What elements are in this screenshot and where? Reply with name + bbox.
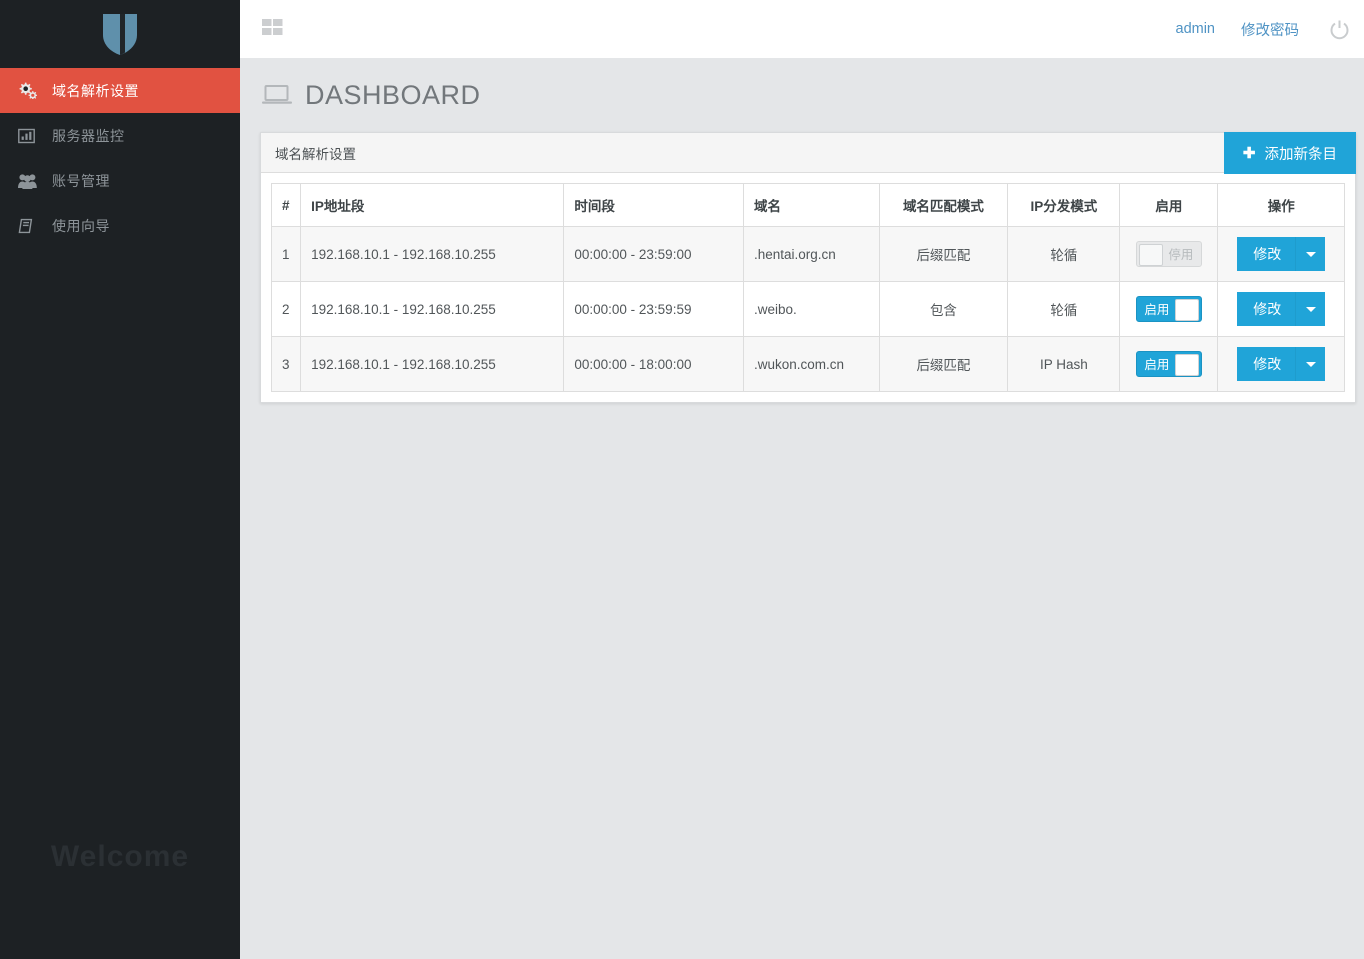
chevron-down-icon bbox=[1305, 361, 1316, 367]
app-root: 域名解析设置 服务器监控 账号管理 使用向导 Welcome admin 修改密… bbox=[0, 0, 1364, 959]
toggle-knob bbox=[1174, 354, 1199, 376]
sidebar-item-label: 服务器监控 bbox=[52, 127, 125, 144]
cell-enabled: 启用 bbox=[1119, 336, 1219, 392]
toggle-label: 停用 bbox=[1168, 248, 1194, 262]
cell-actions: 修改 bbox=[1217, 336, 1345, 392]
sidebar-item-user-guide[interactable]: 使用向导 bbox=[0, 203, 240, 248]
cell-index: 1 bbox=[270, 226, 302, 282]
panel-body: # IP地址段 时间段 域名 域名匹配模式 IP分发模式 启用 操作 1 192… bbox=[261, 173, 1355, 402]
grid-icon[interactable] bbox=[262, 17, 285, 42]
sidebar: 域名解析设置 服务器监控 账号管理 使用向导 Welcome bbox=[0, 0, 240, 959]
cell-domain: .wukon.com.cn bbox=[742, 336, 880, 392]
enable-toggle[interactable]: 停用 bbox=[1135, 241, 1202, 267]
user-link[interactable]: admin bbox=[1176, 21, 1216, 37]
cell-dist-mode: 轮循 bbox=[1007, 226, 1121, 282]
edit-button[interactable]: 修改 bbox=[1237, 347, 1296, 381]
cell-ip-range: 192.168.10.1 - 192.168.10.255 bbox=[300, 281, 565, 337]
header-time-range: 时间段 bbox=[563, 183, 744, 227]
table-body: 1 192.168.10.1 - 192.168.10.255 00:00:00… bbox=[270, 226, 1345, 392]
edit-dropdown-toggle[interactable] bbox=[1295, 347, 1326, 381]
logo[interactable] bbox=[0, 0, 240, 68]
cell-ip-range: 192.168.10.1 - 192.168.10.255 bbox=[300, 336, 565, 392]
table-row: 1 192.168.10.1 - 192.168.10.255 00:00:00… bbox=[270, 226, 1345, 282]
action-button-group: 修改 bbox=[1237, 347, 1326, 381]
sidebar-nav: 域名解析设置 服务器监控 账号管理 使用向导 bbox=[0, 68, 240, 248]
cell-match-mode: 包含 bbox=[878, 281, 1009, 337]
header-index: # bbox=[270, 183, 302, 227]
sidebar-item-label: 域名解析设置 bbox=[52, 82, 139, 99]
power-icon[interactable] bbox=[1329, 19, 1350, 40]
toggle-label: 启用 bbox=[1144, 358, 1170, 372]
header-dist-mode: IP分发模式 bbox=[1007, 183, 1121, 227]
table-row: 2 192.168.10.1 - 192.168.10.255 00:00:00… bbox=[270, 281, 1345, 337]
edit-dropdown-toggle[interactable] bbox=[1295, 237, 1326, 271]
add-entry-label: 添加新条目 bbox=[1264, 146, 1338, 163]
users-icon bbox=[18, 173, 44, 189]
cell-index: 3 bbox=[270, 336, 302, 392]
sidebar-item-account-management[interactable]: 账号管理 bbox=[0, 158, 240, 203]
panel-title: 域名解析设置 bbox=[275, 146, 356, 162]
cell-match-mode: 后缀匹配 bbox=[878, 336, 1009, 392]
cell-domain: .hentai.org.cn bbox=[742, 226, 880, 282]
sidebar-item-server-monitor[interactable]: 服务器监控 bbox=[0, 113, 240, 158]
table-header-row: # IP地址段 时间段 域名 域名匹配模式 IP分发模式 启用 操作 bbox=[270, 183, 1345, 227]
header-domain: 域名 bbox=[742, 183, 880, 227]
main-area: admin 修改密码 DASHBOARD 域名解析设置 ✚ 添加新条目 # IP… bbox=[240, 0, 1364, 959]
header-match-mode: 域名匹配模式 bbox=[878, 183, 1009, 227]
topbar: admin 修改密码 bbox=[240, 0, 1364, 58]
cell-time-range: 00:00:00 - 18:00:00 bbox=[563, 336, 744, 392]
table-head: # IP地址段 时间段 域名 域名匹配模式 IP分发模式 启用 操作 bbox=[270, 183, 1345, 227]
cell-domain: .weibo. bbox=[742, 281, 880, 337]
cell-dist-mode: 轮循 bbox=[1007, 281, 1121, 337]
action-button-group: 修改 bbox=[1237, 237, 1326, 271]
header-ip-range: IP地址段 bbox=[300, 183, 565, 227]
shield-icon bbox=[103, 14, 137, 55]
bar-chart-icon bbox=[18, 128, 44, 144]
toggle-label: 启用 bbox=[1144, 303, 1170, 317]
enable-toggle[interactable]: 启用 bbox=[1135, 296, 1202, 322]
cell-dist-mode: IP Hash bbox=[1007, 336, 1121, 392]
book-icon bbox=[18, 218, 44, 234]
cell-time-range: 00:00:00 - 23:59:00 bbox=[563, 226, 744, 282]
toggle-knob bbox=[1138, 244, 1163, 266]
edit-button[interactable]: 修改 bbox=[1237, 292, 1296, 326]
cell-actions: 修改 bbox=[1217, 281, 1345, 337]
sidebar-item-domain-resolution[interactable]: 域名解析设置 bbox=[0, 68, 240, 113]
chevron-down-icon bbox=[1305, 251, 1316, 257]
page-title: DASHBOARD bbox=[305, 79, 481, 110]
cell-enabled: 停用 bbox=[1119, 226, 1219, 282]
enable-toggle[interactable]: 启用 bbox=[1135, 351, 1202, 377]
cell-enabled: 启用 bbox=[1119, 281, 1219, 337]
cell-time-range: 00:00:00 - 23:59:59 bbox=[563, 281, 744, 337]
sidebar-item-label: 使用向导 bbox=[52, 217, 110, 234]
plus-icon: ✚ bbox=[1242, 145, 1256, 162]
chevron-down-icon bbox=[1305, 306, 1316, 312]
header-actions: 操作 bbox=[1217, 183, 1345, 227]
cell-ip-range: 192.168.10.1 - 192.168.10.255 bbox=[300, 226, 565, 282]
panel-heading: 域名解析设置 ✚ 添加新条目 bbox=[261, 132, 1356, 174]
cell-index: 2 bbox=[270, 281, 302, 337]
page-header: DASHBOARD bbox=[240, 58, 1364, 132]
toggle-knob bbox=[1174, 299, 1199, 321]
domain-rules-table: # IP地址段 时间段 域名 域名匹配模式 IP分发模式 启用 操作 1 192… bbox=[270, 183, 1345, 392]
laptop-icon bbox=[262, 84, 293, 106]
cell-match-mode: 后缀匹配 bbox=[878, 226, 1009, 282]
content-area: 域名解析设置 ✚ 添加新条目 # IP地址段 时间段 域名 域名匹配模式 IP分… bbox=[240, 132, 1364, 403]
edit-button[interactable]: 修改 bbox=[1237, 237, 1296, 271]
sidebar-welcome-text: Welcome bbox=[50, 840, 190, 873]
header-enabled: 启用 bbox=[1119, 183, 1219, 227]
cogs-icon bbox=[18, 82, 44, 99]
change-password-link[interactable]: 修改密码 bbox=[1241, 19, 1299, 40]
domain-settings-panel: 域名解析设置 ✚ 添加新条目 # IP地址段 时间段 域名 域名匹配模式 IP分… bbox=[260, 132, 1356, 403]
cell-actions: 修改 bbox=[1217, 226, 1345, 282]
add-entry-button[interactable]: ✚ 添加新条目 bbox=[1223, 132, 1356, 174]
action-button-group: 修改 bbox=[1237, 292, 1326, 326]
table-row: 3 192.168.10.1 - 192.168.10.255 00:00:00… bbox=[270, 336, 1345, 392]
edit-dropdown-toggle[interactable] bbox=[1295, 292, 1326, 326]
sidebar-item-label: 账号管理 bbox=[52, 172, 110, 189]
